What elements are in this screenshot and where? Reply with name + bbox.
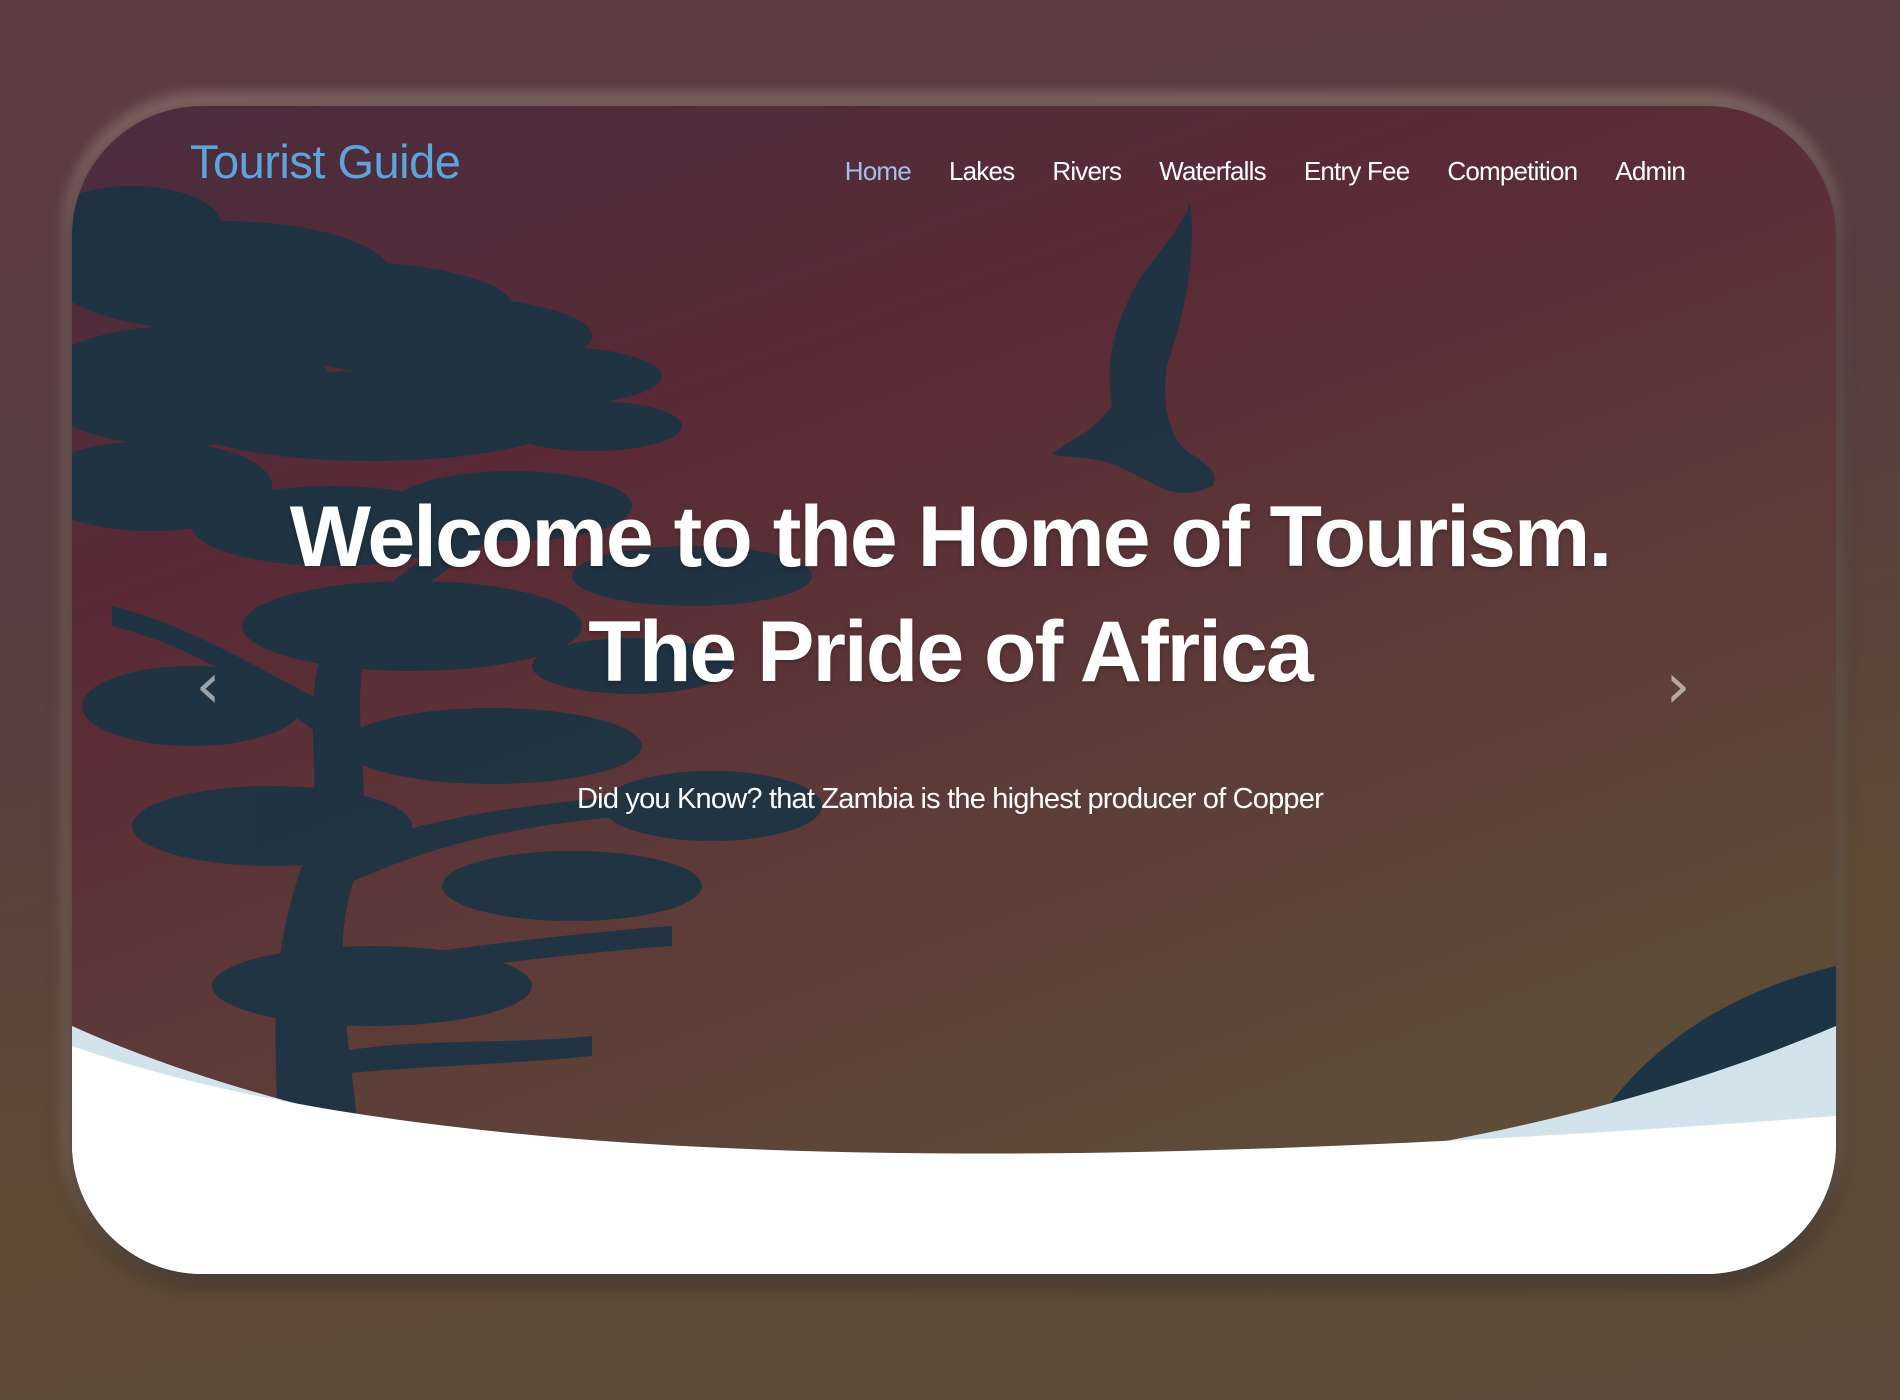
hero-subtitle: Did you Know? that Zambia is the highest… <box>577 783 1324 815</box>
chevron-left-icon[interactable]: ‹ <box>178 646 238 726</box>
nav-item-home[interactable]: Home <box>826 156 930 187</box>
nav-item-entry-fee[interactable]: Entry Fee <box>1285 156 1429 187</box>
nav-menu: Home Lakes Rivers Waterfalls Entry Fee C… <box>826 156 1704 187</box>
nav-item-competition[interactable]: Competition <box>1428 156 1596 187</box>
nav-item-rivers[interactable]: Rivers <box>1033 156 1140 187</box>
website-screenshot-frame: Tourist Guide Home Lakes Rivers Waterfal… <box>72 106 1836 1274</box>
nav-item-admin[interactable]: Admin <box>1596 156 1704 187</box>
navbar: Tourist Guide Home Lakes Rivers Waterfal… <box>72 106 1836 236</box>
bird-silhouette <box>1052 201 1215 493</box>
nav-item-lakes[interactable]: Lakes <box>930 156 1033 187</box>
chevron-right-icon[interactable]: › <box>1648 646 1708 726</box>
hero-title-line2: The Pride of Africa <box>588 604 1313 700</box>
hero-title-line1: Welcome to the Home of Tourism. <box>289 489 1613 585</box>
brand-logo[interactable]: Tourist Guide <box>190 134 461 189</box>
nav-item-waterfalls[interactable]: Waterfalls <box>1140 156 1285 187</box>
